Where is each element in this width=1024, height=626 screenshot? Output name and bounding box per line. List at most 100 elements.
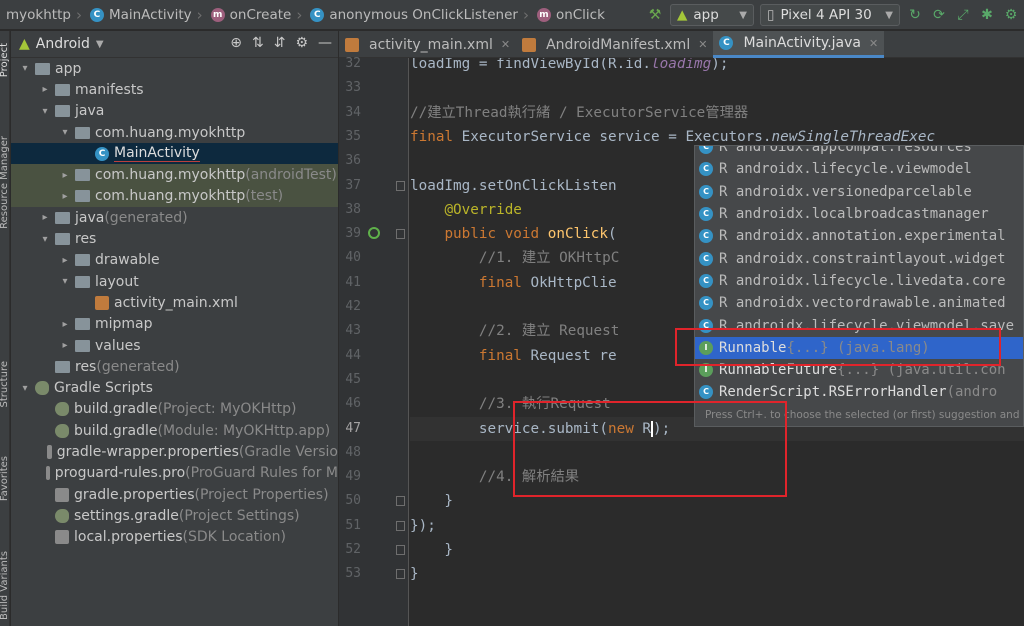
suggestion-item[interactable]: C R androidx.appcompat.resources bbox=[695, 145, 1023, 158]
tree-item[interactable]: C MainActivity bbox=[11, 143, 338, 165]
minimize-icon[interactable]: — bbox=[318, 35, 332, 51]
chevron-right-icon[interactable]: ▸ bbox=[59, 191, 71, 202]
tree-item[interactable]: ▾ Gradle Scripts bbox=[11, 377, 338, 398]
debug-icon[interactable]: ✱ bbox=[978, 7, 996, 23]
tree-item[interactable]: proguard-rules.pro (ProGuard Rules for M bbox=[11, 463, 338, 484]
method-icon: m bbox=[210, 7, 225, 22]
editor-tab[interactable]: C MainActivity.java ✕ bbox=[713, 31, 885, 58]
tree-item[interactable]: ▾ com.huang.myokhttp bbox=[11, 122, 338, 143]
apply-changes-icon[interactable]: ⟳ bbox=[930, 7, 948, 23]
chevron-down-icon[interactable]: ▾ bbox=[19, 63, 31, 74]
breadcrumb-item-method[interactable]: m onCreate › bbox=[205, 0, 305, 29]
tree-item[interactable]: build.gradle (Module: MyOKHttp.app) bbox=[11, 420, 338, 441]
chevron-down-icon[interactable]: ▾ bbox=[59, 127, 71, 138]
fold-marker-icon[interactable] bbox=[396, 496, 405, 507]
fold-marker-icon[interactable] bbox=[396, 545, 405, 555]
apply-code-changes-icon[interactable]: ⤢ bbox=[954, 7, 972, 23]
attach-debugger-icon[interactable]: ⚙ bbox=[1002, 7, 1020, 23]
expand-all-icon[interactable]: ⇅ bbox=[252, 35, 264, 51]
rerun-icon[interactable]: ↻ bbox=[906, 7, 924, 23]
chevron-right-icon[interactable]: ▸ bbox=[59, 340, 71, 351]
breadcrumb-item-anon-class[interactable]: Canonymous OnClickListener › bbox=[304, 0, 531, 29]
chevron-down-icon[interactable]: ▾ bbox=[39, 106, 51, 117]
chevron-down-icon[interactable]: ▾ bbox=[59, 276, 71, 287]
properties-file-icon bbox=[55, 487, 69, 502]
tree-item-suffix: (test) bbox=[245, 188, 284, 205]
tree-item[interactable]: build.gradle (Project: MyOKHttp) bbox=[11, 399, 338, 420]
override-marker-icon[interactable] bbox=[368, 227, 380, 240]
resource-manager-tool-tab[interactable]: Resource Manager bbox=[0, 136, 10, 229]
tree-item[interactable]: ▸ manifests bbox=[11, 79, 338, 100]
breadcrumb-label: MainActivity bbox=[108, 6, 192, 23]
suggestion-item[interactable]: C R androidx.vectordrawable.animated bbox=[695, 292, 1023, 314]
fold-marker-icon[interactable] bbox=[396, 569, 405, 580]
suggestion-item[interactable]: C R androidx.localbroadcastmanager bbox=[695, 203, 1023, 225]
suggestion-item[interactable]: C R androidx.lifecycle.livedata.core bbox=[695, 270, 1023, 292]
tree-item[interactable]: ▸ drawable bbox=[11, 250, 338, 271]
gear-icon[interactable]: ⚙ bbox=[295, 35, 308, 51]
class-icon: C bbox=[699, 229, 713, 244]
chevron-down-icon[interactable]: ▾ bbox=[39, 234, 51, 245]
code-line: final OkHttpClie bbox=[478, 274, 617, 291]
fold-marker-icon[interactable] bbox=[396, 229, 405, 240]
suggestion-item[interactable]: C R androidx.constraintlayout.widget bbox=[695, 247, 1023, 269]
tree-item[interactable]: ▸ mipmap bbox=[11, 314, 338, 335]
editor-tab[interactable]: AndroidManifest.xml ✕ bbox=[516, 31, 713, 58]
tree-item[interactable]: gradle.properties (Project Properties) bbox=[11, 484, 338, 505]
chevron-right-icon[interactable]: ▸ bbox=[39, 212, 51, 223]
tree-item[interactable]: ▾ layout bbox=[11, 271, 338, 292]
editor-tab-label: MainActivity.java bbox=[743, 35, 862, 51]
tree-item[interactable]: settings.gradle (Project Settings) bbox=[11, 505, 338, 526]
line-number: 45 bbox=[345, 371, 361, 387]
tree-item[interactable]: res (generated) bbox=[11, 356, 338, 377]
locate-icon[interactable]: ⊕ bbox=[230, 35, 242, 51]
folder-icon bbox=[75, 126, 90, 139]
class-icon: C bbox=[699, 162, 713, 177]
chevron-right-icon[interactable]: ▸ bbox=[59, 255, 71, 266]
tree-item[interactable]: activity_main.xml bbox=[11, 292, 338, 313]
tree-item[interactable]: local.properties (SDK Location) bbox=[11, 527, 338, 548]
breadcrumb-item-project[interactable]: myokhttp › bbox=[0, 0, 84, 29]
close-icon[interactable]: ✕ bbox=[698, 38, 707, 51]
chevron-right-icon[interactable]: ▸ bbox=[59, 170, 71, 181]
folder-icon bbox=[75, 339, 90, 352]
tree-item[interactable]: ▸ com.huang.myokhttp (androidTest) bbox=[11, 164, 338, 186]
tree-item-label: activity_main.xml bbox=[114, 294, 238, 311]
collapse-all-icon[interactable]: ⇵ bbox=[274, 35, 286, 51]
project-view-selector[interactable]: Android bbox=[36, 36, 90, 52]
line-number: 36 bbox=[345, 153, 361, 169]
tree-item[interactable]: gradle-wrapper.properties (Gradle Versio bbox=[11, 441, 338, 462]
device-dropdown[interactable]: ▯ Pixel 4 API 30 ▼ bbox=[760, 4, 900, 26]
structure-tool-tab[interactable]: Structure bbox=[0, 361, 10, 408]
tree-item[interactable]: ▸ com.huang.myokhttp (test) bbox=[11, 185, 338, 208]
build-variants-tool-tab[interactable]: Build Variants bbox=[0, 551, 10, 620]
run-config-dropdown[interactable]: ▲ app ▼ bbox=[670, 4, 754, 26]
tree-item[interactable]: ▾ java bbox=[11, 101, 338, 122]
tree-item-label: res bbox=[75, 231, 97, 248]
breadcrumb-item-onclick[interactable]: m onClick bbox=[531, 0, 607, 29]
close-icon[interactable]: ✕ bbox=[869, 37, 878, 50]
tree-item-suffix: (generated) bbox=[104, 209, 188, 226]
fold-marker-icon[interactable] bbox=[396, 180, 405, 191]
close-icon[interactable]: ✕ bbox=[501, 38, 510, 51]
suggestion-item[interactable]: C R androidx.annotation.experimental bbox=[695, 225, 1023, 247]
tree-item[interactable]: ▸ values bbox=[11, 335, 338, 356]
xml-file-icon bbox=[95, 295, 109, 310]
chevron-right-icon[interactable]: ▸ bbox=[59, 319, 71, 330]
tree-item[interactable]: ▾ res bbox=[11, 228, 338, 249]
suggestion-item[interactable]: C R androidx.versionedparcelable bbox=[695, 181, 1023, 203]
project-tool-tab[interactable]: Project bbox=[0, 43, 10, 77]
favorites-tool-tab[interactable]: Favorites bbox=[0, 456, 10, 501]
breadcrumb-item-class[interactable]: C MainActivity › bbox=[84, 0, 205, 29]
tree-item[interactable]: ▸ java (generated) bbox=[11, 207, 338, 228]
chevron-down-icon[interactable]: ▼ bbox=[96, 39, 104, 50]
suggestion-label: R androidx.appcompat.resources bbox=[719, 145, 972, 156]
hammer-icon[interactable]: ⚒ bbox=[646, 7, 664, 23]
chevron-right-icon[interactable]: ▸ bbox=[39, 84, 51, 95]
suggestion-item[interactable]: C R androidx.lifecycle.viewmodel bbox=[695, 158, 1023, 180]
fold-marker-icon[interactable] bbox=[396, 520, 405, 531]
tree-item-label: build.gradle bbox=[74, 422, 158, 439]
tree-item[interactable]: ▾ app bbox=[11, 58, 338, 79]
editor-tab[interactable]: activity_main.xml ✕ bbox=[339, 31, 516, 58]
chevron-down-icon[interactable]: ▾ bbox=[19, 383, 31, 394]
